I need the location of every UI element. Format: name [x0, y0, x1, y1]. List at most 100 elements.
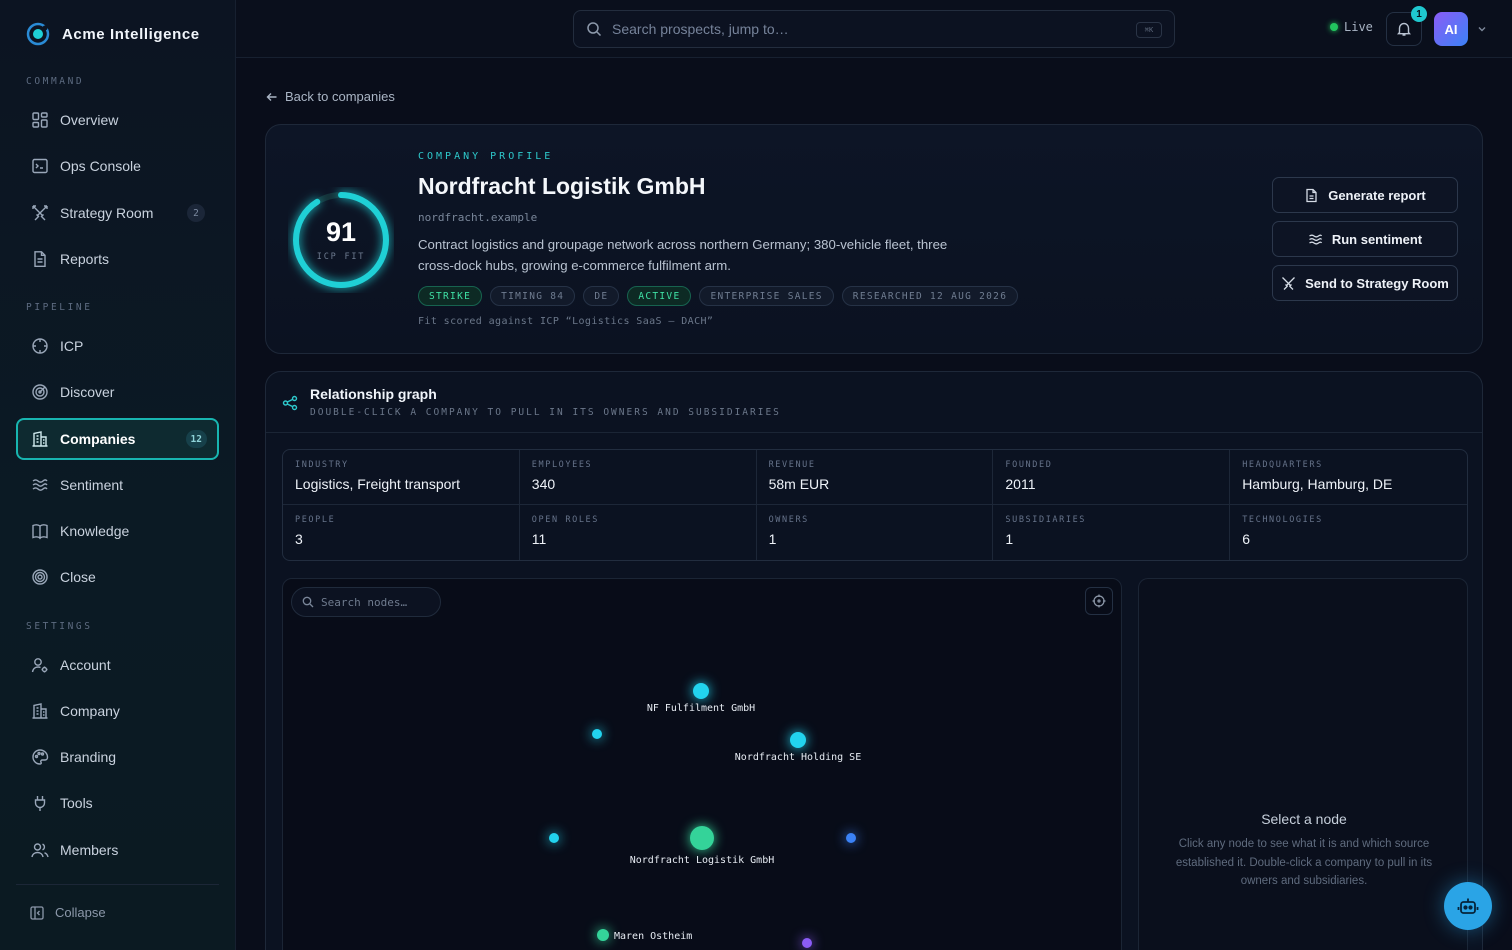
- keyboard-shortcut: ⌘K: [1136, 22, 1162, 38]
- graph-node[interactable]: [693, 683, 709, 699]
- notification-count-badge: 1: [1411, 6, 1427, 22]
- console-icon: [32, 158, 48, 174]
- company-name: Nordfracht Logistik GmbH: [418, 173, 706, 199]
- sidebar-item-reports[interactable]: Reports: [16, 238, 219, 280]
- graph-node[interactable]: [846, 833, 856, 843]
- sidebar-item-knowledge[interactable]: Knowledge: [16, 510, 219, 552]
- stat-value: 11: [531, 531, 547, 547]
- node-detail-panel: Select a node Click any node to see what…: [1138, 578, 1468, 950]
- topbar: Search prospects, jump to… ⌘K Live 1 AI: [236, 0, 1512, 58]
- sidebar-item-tools[interactable]: Tools: [16, 782, 219, 824]
- section-label-settings: SETTINGS: [26, 621, 93, 632]
- node-search-input[interactable]: Search nodes…: [291, 587, 441, 617]
- stat-label: INDUSTRY: [295, 460, 349, 470]
- sidebar-item-label: Companies: [60, 431, 136, 447]
- sidebar-item-company[interactable]: Company: [16, 690, 219, 732]
- sidebar-item-overview[interactable]: Overview: [16, 99, 219, 141]
- profile-eyebrow: COMPANY PROFILE: [418, 151, 554, 162]
- assistant-button[interactable]: [1444, 882, 1492, 930]
- sidebar-item-label: Branding: [60, 749, 117, 765]
- live-status: Live: [1330, 20, 1373, 34]
- crossed-swords-icon: [32, 205, 48, 221]
- collapse-label: Collapse: [55, 905, 106, 920]
- stat-cell: TECHNOLOGIES 6: [1230, 505, 1467, 560]
- sidebar-item-sentiment[interactable]: Sentiment: [16, 464, 219, 506]
- tag: ENTERPRISE SALES: [699, 286, 834, 306]
- graph-divider: [266, 432, 1482, 433]
- fit-note: Fit scored against ICP “Logistics SaaS —…: [418, 316, 714, 327]
- crossed-swords-icon: [1282, 276, 1296, 290]
- sidebar-item-label: Account: [60, 657, 111, 673]
- stat-value: 58m EUR: [768, 476, 830, 492]
- graph-node[interactable]: [597, 929, 609, 941]
- graph-node[interactable]: [592, 729, 602, 739]
- graph-header: Relationship graph DOUBLE-CLICK A COMPAN…: [282, 386, 781, 418]
- building-icon: [32, 431, 48, 447]
- stat-label: PEOPLE: [295, 515, 336, 525]
- crosshair-icon: [1092, 594, 1106, 608]
- stat-label: FOUNDED: [1005, 460, 1053, 470]
- graph-node[interactable]: [802, 938, 812, 948]
- sidebar-item-icp[interactable]: ICP: [16, 325, 219, 367]
- sidebar: Acme Intelligence COMMAND Overview Ops C…: [0, 0, 236, 950]
- sidebar-item-ops-console[interactable]: Ops Console: [16, 145, 219, 187]
- graph-node[interactable]: [690, 826, 714, 850]
- stat-label: HEADQUARTERS: [1242, 460, 1323, 470]
- back-to-companies-link[interactable]: Back to companies: [266, 89, 395, 104]
- brand[interactable]: Acme Intelligence: [26, 22, 200, 46]
- run-sentiment-button[interactable]: Run sentiment: [1272, 221, 1458, 257]
- stat-cell: INDUSTRY Logistics, Freight transport: [283, 450, 520, 505]
- company-stats-grid: INDUSTRY Logistics, Freight transport EMPL…: [282, 449, 1468, 561]
- sidebar-item-label: Company: [60, 703, 120, 719]
- stat-cell: REVENUE 58m EUR: [756, 450, 994, 505]
- sidebar-item-strategy-room[interactable]: Strategy Room 2: [16, 192, 219, 234]
- grid-icon: [32, 112, 48, 128]
- graph-node-label: Maren Ostheim: [614, 931, 692, 942]
- back-label: Back to companies: [285, 89, 395, 104]
- avatar[interactable]: AI: [1434, 12, 1468, 46]
- sidebar-item-account[interactable]: Account: [16, 644, 219, 686]
- company-description: Contract logistics and groupage network …: [418, 237, 948, 273]
- graph-canvas[interactable]: NF Fulfilment GmbH Nordfracht Holding SE N…: [282, 578, 1122, 950]
- waves-icon: [1308, 233, 1322, 245]
- sidebar-item-branding[interactable]: Branding: [16, 736, 219, 778]
- sidebar-item-close[interactable]: Close: [16, 556, 219, 598]
- stat-label: TECHNOLOGIES: [1242, 515, 1323, 525]
- stat-label: SUBSIDIARIES: [1005, 515, 1086, 525]
- stat-value: 1: [1005, 531, 1014, 547]
- global-search-input[interactable]: Search prospects, jump to… ⌘K: [573, 10, 1175, 48]
- graph-svg: NF Fulfilment GmbH Nordfracht Holding SE N…: [549, 683, 861, 948]
- stat-cell: HEADQUARTERS Hamburg, Hamburg, DE: [1230, 450, 1467, 505]
- graph-node-label: NF Fulfilment GmbH: [647, 703, 755, 714]
- stat-cell: EMPLOYEES 340: [519, 450, 757, 505]
- node-search-placeholder: Search nodes…: [321, 595, 408, 609]
- plug-icon: [34, 796, 46, 811]
- send-to-strategy-room-button[interactable]: Send to Strategy Room: [1272, 265, 1458, 301]
- sidebar-divider: [16, 884, 219, 885]
- company-domain[interactable]: nordfracht.example: [418, 211, 537, 224]
- graph-node[interactable]: [790, 732, 806, 748]
- graph-title: Relationship graph: [310, 386, 437, 402]
- icp-fit-score: 91: [325, 217, 357, 247]
- crosshair-icon: [32, 338, 48, 354]
- user-settings-icon: [31, 658, 48, 673]
- stat-cell: OPEN ROLES 11: [520, 505, 757, 560]
- stat-label: EMPLOYEES: [531, 460, 593, 470]
- tag: ACTIVE: [627, 286, 692, 306]
- sidebar-item-discover[interactable]: Discover: [16, 371, 219, 413]
- chevron-down-icon[interactable]: [1476, 23, 1488, 35]
- sidebar-item-companies[interactable]: Companies 12: [16, 418, 219, 460]
- sidebar-item-members[interactable]: Members: [16, 829, 219, 871]
- stat-cell: SUBSIDIARIES 1: [993, 505, 1231, 560]
- stat-value: 3: [295, 531, 303, 547]
- arrow-left-icon: [266, 92, 277, 101]
- tag: STRIKE: [418, 286, 483, 306]
- graph-node[interactable]: [549, 833, 559, 843]
- orbit-logo-icon: [26, 22, 50, 46]
- collapse-button[interactable]: Collapse: [30, 905, 106, 920]
- generate-report-button[interactable]: Generate report: [1272, 177, 1458, 213]
- document-icon: [34, 251, 46, 267]
- recenter-button[interactable]: [1085, 587, 1113, 615]
- profile-actions: Generate report Run sentiment Send to St…: [1272, 177, 1458, 301]
- stat-value: 1: [768, 531, 777, 547]
